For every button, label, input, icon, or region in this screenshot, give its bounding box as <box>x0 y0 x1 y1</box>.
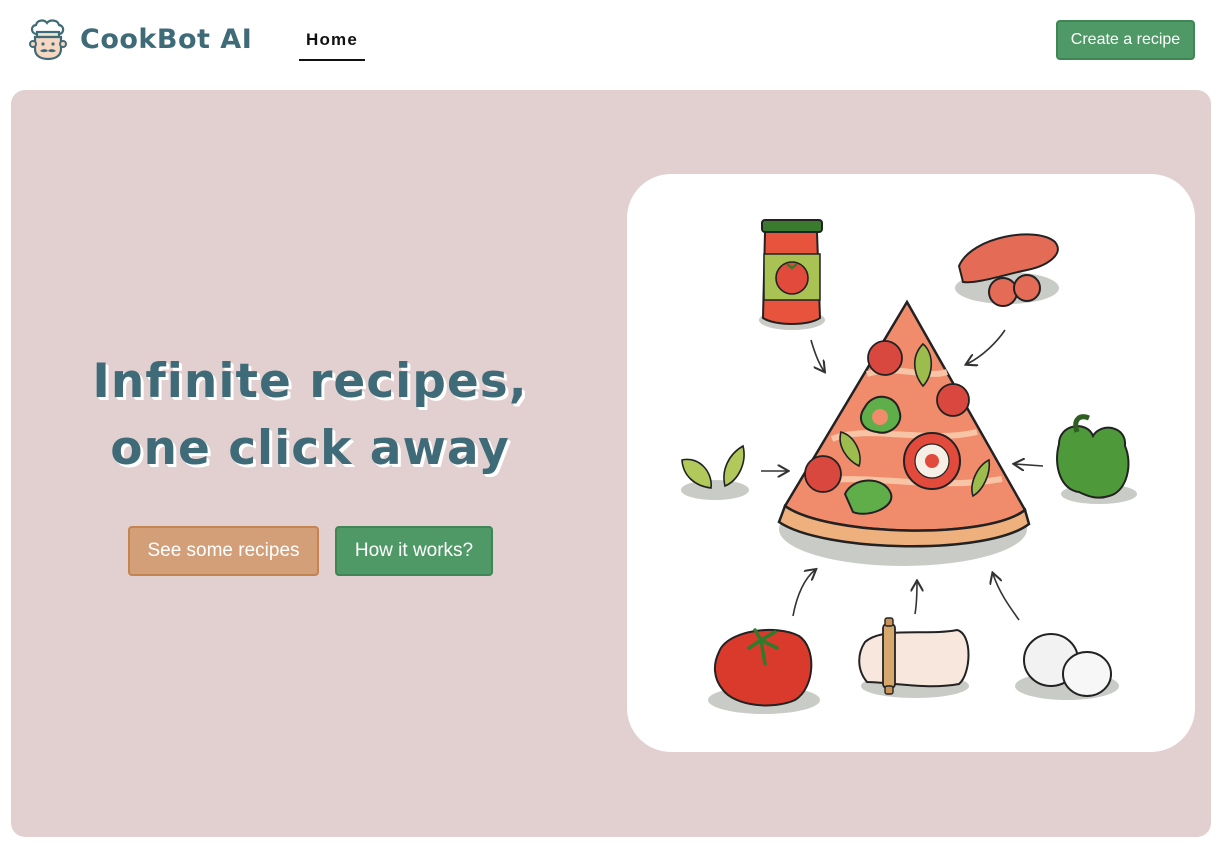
see-recipes-button[interactable]: See some recipes <box>128 526 319 576</box>
top-navbar: CookBot AI Home Create a recipe <box>0 0 1221 80</box>
create-recipe-button[interactable]: Create a recipe <box>1056 20 1195 60</box>
pizza-ingredients-illustration <box>681 219 1137 714</box>
mozzarella-icon <box>1015 633 1119 700</box>
nav-link-home[interactable]: Home <box>299 24 365 61</box>
how-it-works-button[interactable]: How it works? <box>335 526 493 576</box>
hero-title: Infinite recipes, one click away <box>71 348 549 482</box>
hero-title-line-2: one click away <box>110 421 510 476</box>
chef-hat-icon <box>29 19 67 61</box>
basil-leaves-icon <box>681 444 749 500</box>
hero-section: Infinite recipes, one click away See som… <box>11 90 1211 837</box>
green-pepper-icon <box>1056 414 1137 504</box>
brand-name: CookBot AI <box>80 23 253 55</box>
tomato-icon <box>708 628 820 714</box>
hero-illustration-card <box>627 174 1195 752</box>
tomato-sauce-jar-icon <box>759 219 825 330</box>
sausage-icon <box>955 233 1059 307</box>
hero-title-line-1: Infinite recipes, <box>92 354 528 409</box>
dough-rolling-pin-icon <box>858 617 970 698</box>
brand-home-link[interactable]: CookBot AI <box>26 17 252 61</box>
pizza-slice-icon <box>777 299 1031 566</box>
